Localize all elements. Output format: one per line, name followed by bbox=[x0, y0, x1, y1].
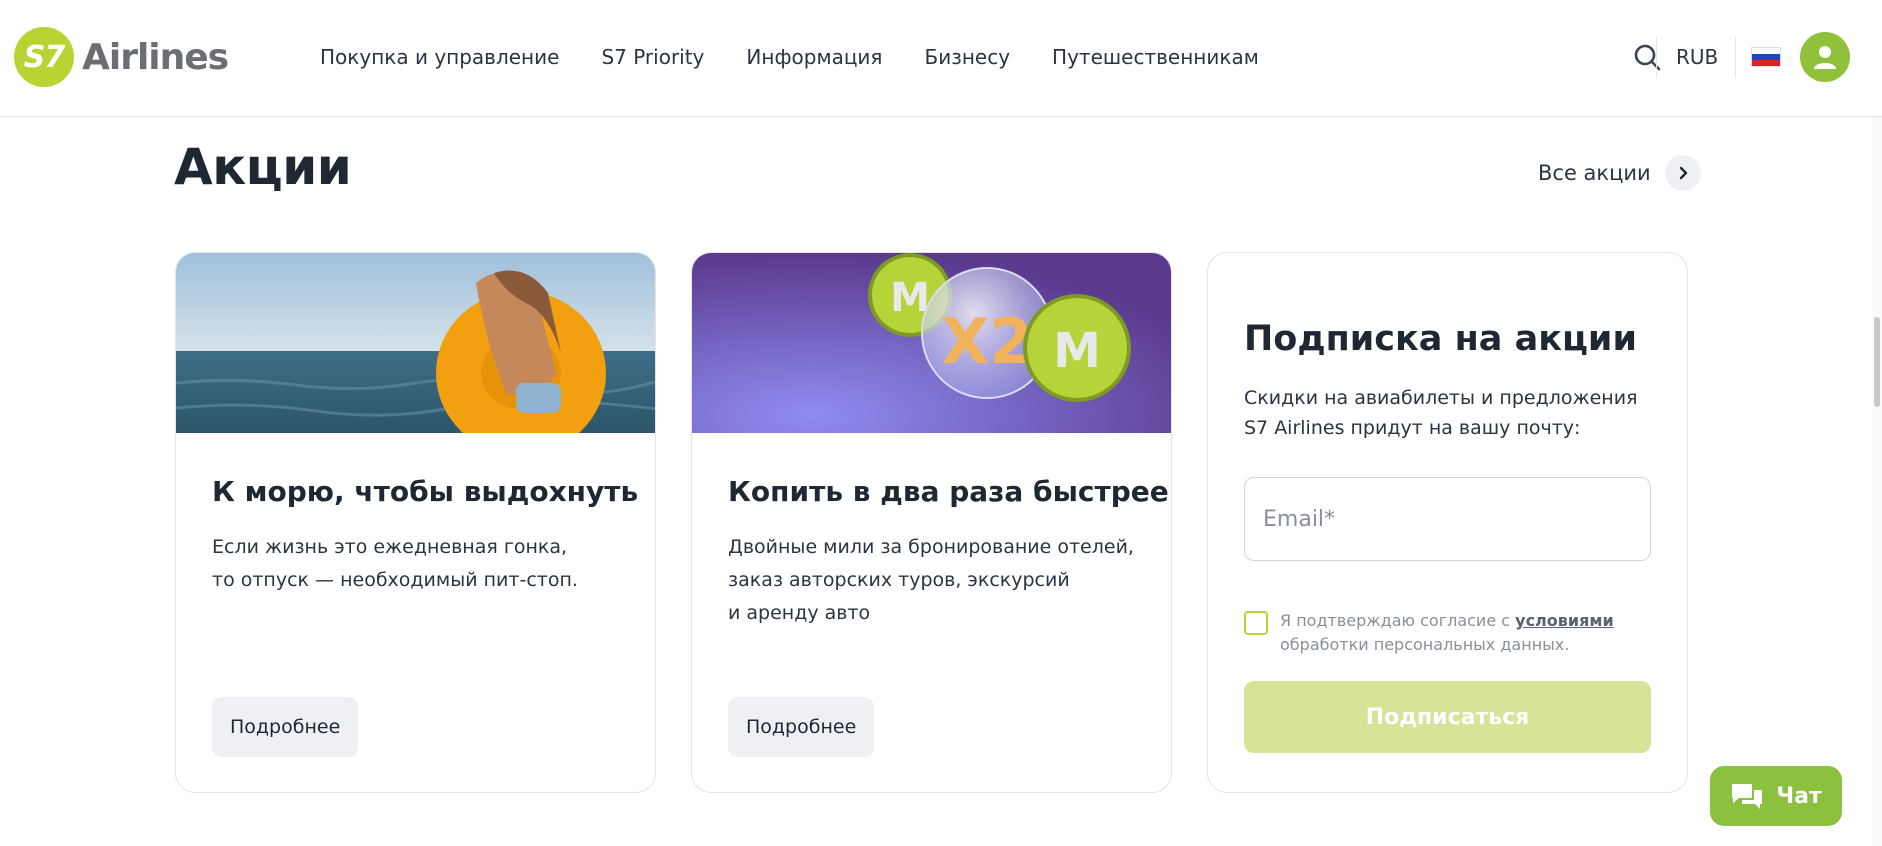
all-promos-link[interactable]: Все акции bbox=[1538, 155, 1701, 191]
sea-woman-float-image bbox=[176, 253, 655, 433]
card-text-line: Если жизнь это ежедневная гонка, bbox=[212, 536, 568, 558]
all-promos-label: Все акции bbox=[1538, 161, 1651, 185]
logo-mark: S7 bbox=[14, 27, 74, 87]
consent-prefix: Я подтверждаю согласие с bbox=[1280, 611, 1516, 630]
miles-multiplier: X2 bbox=[942, 305, 1033, 378]
consent-suffix: обработки персональных данных. bbox=[1280, 635, 1570, 654]
card-text-line: Двойные мили за бронирование отелей, bbox=[728, 536, 1134, 558]
double-miles-image: M X2 M bbox=[692, 253, 1171, 433]
card-text-line: и аренду авто bbox=[728, 602, 871, 624]
user-avatar-icon[interactable] bbox=[1800, 32, 1850, 82]
promo-card-miles[interactable]: M X2 M Копить в два раза быстрее Двойные… bbox=[691, 252, 1172, 793]
nav-item-travelers[interactable]: Путешественникам bbox=[1052, 45, 1259, 69]
site-header: S7 Airlines Покупка и управление S7 Prio… bbox=[0, 0, 1882, 117]
consent-checkbox[interactable] bbox=[1244, 611, 1268, 635]
subscribe-card: Подписка на акции Скидки на авиабилеты и… bbox=[1207, 252, 1688, 793]
currency-selector[interactable]: RUB bbox=[1676, 45, 1718, 69]
subscribe-title: Подписка на акции bbox=[1244, 319, 1637, 359]
consent-text: Я подтверждаю согласие с условиями обраб… bbox=[1280, 609, 1614, 657]
subscribe-button[interactable]: Подписаться bbox=[1244, 681, 1651, 753]
email-input[interactable]: Email* bbox=[1244, 477, 1651, 561]
main-nav: Покупка и управление S7 Priority Информа… bbox=[320, 45, 1259, 69]
nav-item-business[interactable]: Бизнесу bbox=[924, 45, 1010, 69]
header-divider bbox=[1656, 36, 1657, 78]
subscribe-text-line: Скидки на авиабилеты и предложения bbox=[1244, 387, 1638, 409]
chat-label: Чат bbox=[1776, 783, 1822, 809]
s7-logo[interactable]: S7 Airlines bbox=[14, 27, 229, 87]
card-text-line: то отпуск — необходимый пит-стоп. bbox=[212, 569, 578, 591]
search-icon[interactable] bbox=[1632, 42, 1662, 72]
chat-icon bbox=[1732, 784, 1763, 809]
chat-button[interactable]: Чат bbox=[1710, 766, 1842, 826]
logo-text: Airlines bbox=[82, 36, 229, 78]
scrollbar-thumb[interactable] bbox=[1874, 317, 1880, 407]
subscribe-text-line: S7 Airlines придут на вашу почту: bbox=[1244, 417, 1581, 439]
nav-item-info[interactable]: Информация bbox=[746, 45, 882, 69]
user-icon bbox=[1814, 46, 1836, 69]
russia-flag-icon[interactable] bbox=[1751, 47, 1781, 67]
email-placeholder: Email* bbox=[1263, 506, 1336, 532]
chevron-right-icon bbox=[1664, 155, 1701, 191]
consent-terms-link[interactable]: условиями bbox=[1515, 611, 1614, 630]
details-button[interactable]: Подробнее bbox=[212, 697, 359, 757]
promo-card-sea[interactable]: К морю, чтобы выдохнуть Если жизнь это е… bbox=[175, 252, 656, 793]
page-scrollbar[interactable] bbox=[1872, 117, 1882, 846]
header-divider bbox=[1735, 36, 1736, 78]
card-description: Если жизнь это ежедневная гонка, то отпу… bbox=[212, 531, 578, 597]
section-title: Акции bbox=[174, 138, 352, 196]
card-description: Двойные мили за бронирование отелей, зак… bbox=[728, 531, 1134, 630]
card-title: Копить в два раза быстрее bbox=[728, 475, 1169, 508]
details-button[interactable]: Подробнее bbox=[728, 697, 875, 757]
card-text-line: заказ авторских туров, экскурсий bbox=[728, 569, 1070, 591]
nav-item-purchase[interactable]: Покупка и управление bbox=[320, 45, 559, 69]
consent-row: Я подтверждаю согласие с условиями обраб… bbox=[1244, 609, 1614, 657]
card-title: К морю, чтобы выдохнуть bbox=[212, 475, 639, 508]
subscribe-description: Скидки на авиабилеты и предложения S7 Ai… bbox=[1244, 383, 1638, 443]
nav-item-priority[interactable]: S7 Priority bbox=[601, 45, 704, 69]
miles-badge-right: M bbox=[1053, 323, 1101, 379]
